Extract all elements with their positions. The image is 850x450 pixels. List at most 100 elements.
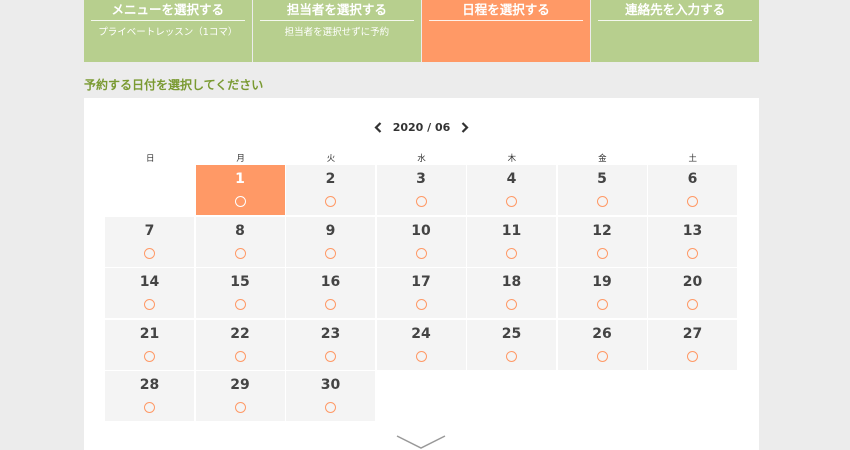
calendar-panel: 2020 / 06 日 月 火 水 木 金 土 1 2 3 4 5 6 7 8 9 10 11 12 1… [84, 98, 759, 450]
availability-circle-icon [325, 299, 336, 310]
availability-circle-icon [687, 350, 698, 362]
availability-circle-icon [144, 299, 155, 310]
calendar-day-22[interactable]: 22 [195, 319, 285, 370]
calendar-day-20[interactable]: 20 [648, 268, 737, 318]
availability-circle-icon [687, 247, 698, 259]
calendar-day-25[interactable]: 25 [467, 319, 556, 370]
availability-circle-icon [596, 247, 608, 259]
day-number: 19 [592, 274, 612, 290]
calendar-day-9[interactable]: 9 [286, 216, 375, 267]
calendar-day-8[interactable]: 8 [195, 216, 285, 267]
step-selection: 担当者を選択せずに予約 [284, 27, 390, 38]
availability-circle-icon [325, 247, 336, 259]
step-selection: プライベートレッスン（1コマ） [98, 27, 238, 38]
day-number: 23 [320, 325, 341, 342]
step-selection [598, 21, 752, 27]
calendar-grid: 1 2 3 4 5 6 7 8 9 10 11 12 13 14 15 16 17 18 19 20 21 22 23 24 2… [105, 165, 739, 421]
calendar-day-4[interactable]: 4 [467, 165, 556, 215]
availability-circle-icon [415, 299, 427, 310]
availability-circle-icon [506, 196, 517, 207]
calendar-day-14[interactable]: 14 [105, 268, 194, 318]
calendar-day-12[interactable]: 12 [557, 216, 647, 267]
calendar-day-28[interactable]: 28 [105, 371, 194, 421]
chevron-left-icon [374, 121, 381, 133]
day-number: 14 [139, 274, 160, 290]
calendar-day-11[interactable]: 11 [467, 216, 556, 267]
day-number: 10 [411, 222, 431, 239]
day-number: 20 [682, 274, 703, 290]
step-progress: メニューを選択する プライベートレッスン（1コマ） 担当者を選択する 担当者を選… [84, 0, 759, 62]
calendar-day-24[interactable]: 24 [376, 319, 466, 370]
day-number: 12 [592, 222, 612, 239]
day-number: 2 [325, 171, 336, 187]
calendar-day-30[interactable]: 30 [286, 371, 375, 421]
weekday-header: 日 月 火 水 木 金 土 [105, 152, 738, 164]
calendar-day-5[interactable]: 5 [557, 165, 647, 215]
day-number: 26 [592, 325, 612, 342]
day-number: 24 [411, 325, 431, 342]
calendar-day-21[interactable]: 21 [105, 319, 194, 370]
calendar-day-15[interactable]: 15 [195, 268, 285, 318]
availability-circle-icon [415, 247, 427, 259]
next-month-button[interactable] [458, 119, 472, 135]
calendar-day-29[interactable]: 29 [195, 371, 285, 421]
step-date[interactable]: 日程を選択する [422, 0, 590, 62]
calendar-day-17[interactable]: 17 [376, 268, 466, 318]
calendar-day-18[interactable]: 18 [467, 268, 556, 318]
availability-circle-icon [596, 196, 608, 207]
weekday-sat: 土 [688, 154, 697, 164]
calendar-day-26[interactable]: 26 [557, 319, 647, 370]
day-number: 29 [230, 377, 250, 393]
availability-circle-icon [506, 247, 517, 259]
prev-month-button[interactable] [371, 119, 385, 135]
step-title: 担当者を選択する [260, 0, 414, 21]
step-title: 日程を選択する [429, 0, 583, 21]
day-number: 9 [325, 222, 336, 239]
calendar-day-7[interactable]: 7 [105, 216, 194, 267]
step-staff[interactable]: 担当者を選択する 担当者を選択せずに予約 [253, 0, 421, 62]
calendar-empty-cell [105, 165, 194, 215]
calendar-day-10[interactable]: 10 [376, 216, 466, 267]
availability-circle-icon [325, 196, 336, 207]
step-title: メニューを選択する [91, 0, 245, 21]
weekday-mon: 月 [236, 154, 245, 164]
availability-circle-icon [596, 350, 608, 362]
availability-circle-icon [234, 402, 246, 413]
weekday-thu: 木 [507, 154, 517, 164]
calendar-day-6[interactable]: 6 [648, 165, 737, 215]
step-title: 連絡先を入力する [598, 0, 752, 21]
month-label: 2020 / 06 [392, 120, 451, 134]
step-contact[interactable]: 連絡先を入力する [591, 0, 759, 62]
page-scrollbar[interactable] [836, 0, 850, 450]
day-number: 28 [139, 377, 160, 393]
day-number: 7 [144, 222, 155, 239]
availability-circle-icon [144, 247, 155, 259]
day-number: 16 [320, 274, 341, 290]
day-number: 11 [501, 222, 522, 239]
scroll-down-chevron-icon[interactable] [396, 434, 446, 450]
availability-circle-icon [234, 247, 246, 259]
availability-circle-icon [234, 350, 246, 362]
weekday-fri: 金 [598, 154, 607, 164]
day-number: 15 [230, 274, 250, 290]
calendar-day-27[interactable]: 27 [648, 319, 737, 370]
calendar-day-1[interactable]: 1 [195, 165, 285, 215]
calendar-day-3[interactable]: 3 [376, 165, 466, 215]
section-title: 予約する日付を選択してください [84, 78, 264, 92]
day-number: 22 [230, 325, 250, 342]
day-number: 17 [411, 274, 431, 290]
month-navigation: 2020 / 06 [84, 118, 759, 136]
step-menu[interactable]: メニューを選択する プライベートレッスン（1コマ） [84, 0, 252, 62]
calendar-day-19[interactable]: 19 [557, 268, 647, 318]
availability-circle-icon [234, 299, 246, 310]
day-number: 5 [597, 171, 607, 187]
availability-circle-icon [325, 402, 336, 413]
calendar-day-13[interactable]: 13 [648, 216, 737, 267]
step-selection [429, 21, 583, 27]
availability-circle-icon [234, 196, 246, 207]
day-number: 8 [235, 222, 245, 239]
calendar-day-16[interactable]: 16 [286, 268, 375, 318]
day-number: 13 [682, 222, 703, 239]
calendar-day-2[interactable]: 2 [286, 165, 375, 215]
calendar-day-23[interactable]: 23 [286, 319, 375, 370]
